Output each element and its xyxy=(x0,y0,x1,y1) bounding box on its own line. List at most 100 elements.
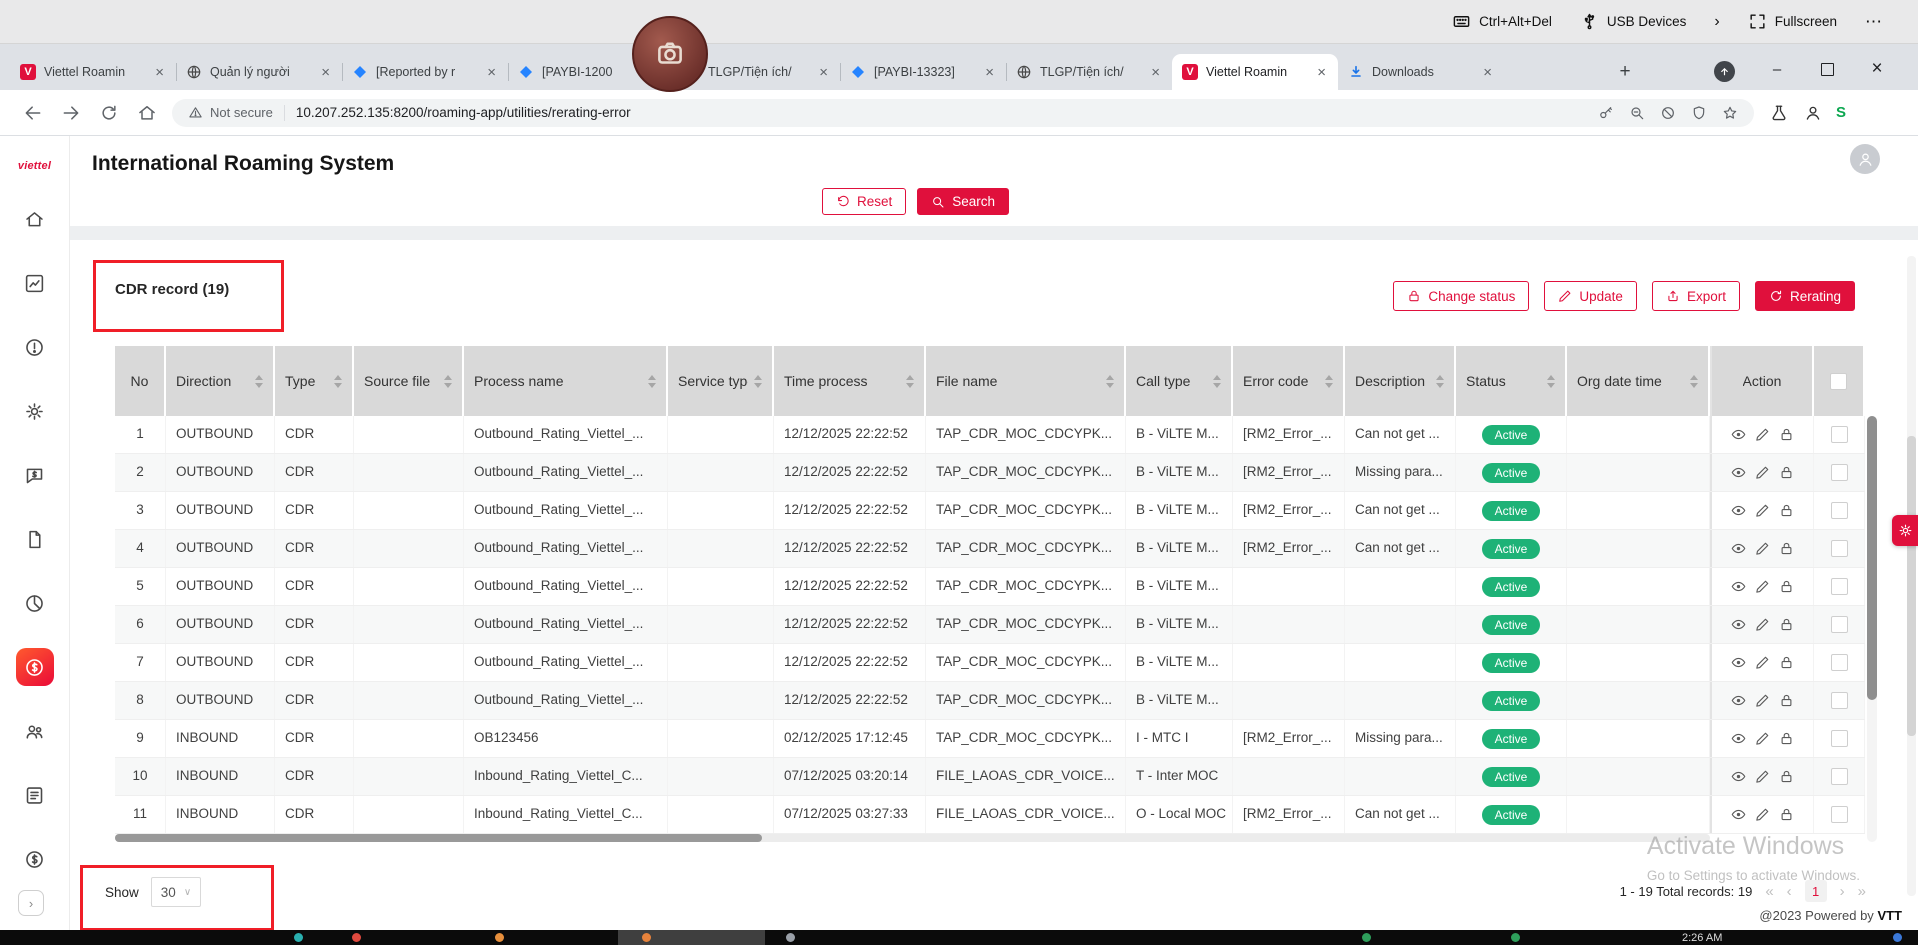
browser-tab[interactable]: [PAYBI-13323]× xyxy=(840,54,1006,90)
page-size-select[interactable]: 30 ∨ xyxy=(151,877,201,907)
content-blocked-icon[interactable] xyxy=(1660,105,1676,121)
tab-close-icon[interactable]: × xyxy=(817,64,830,81)
lock-icon[interactable] xyxy=(1779,769,1794,784)
current-page-button[interactable]: 1 xyxy=(1805,880,1827,902)
row-checkbox[interactable] xyxy=(1831,768,1848,785)
browser-tab[interactable]: TLGP/Tiện ích/× xyxy=(1006,54,1172,90)
edit-icon[interactable] xyxy=(1755,617,1770,632)
avatar[interactable] xyxy=(1850,144,1880,174)
sidebar-item-alert[interactable] xyxy=(16,328,54,366)
column-header-type[interactable]: Type xyxy=(275,346,354,416)
row-checkbox[interactable] xyxy=(1831,426,1848,443)
sort-icon[interactable] xyxy=(1541,375,1555,388)
sort-icon[interactable] xyxy=(1430,375,1444,388)
view-icon[interactable] xyxy=(1731,807,1746,822)
sort-icon[interactable] xyxy=(328,375,342,388)
update-button[interactable]: Update xyxy=(1544,281,1637,311)
address-bar[interactable]: Not secure 10.207.252.135:8200/roaming-a… xyxy=(172,99,1754,127)
column-header-call_type[interactable]: Call type xyxy=(1126,346,1233,416)
column-header-source_file[interactable]: Source file xyxy=(354,346,464,416)
taskbar-app-icon[interactable] xyxy=(294,933,303,942)
taskbar-app-icon[interactable] xyxy=(1893,933,1902,942)
sidebar-collapse-button[interactable]: › xyxy=(18,890,44,916)
zoom-icon[interactable] xyxy=(1629,105,1645,121)
taskbar-active-app-tile[interactable] xyxy=(618,930,765,945)
search-button[interactable]: Search xyxy=(917,188,1009,215)
page-scrollbar-thumb[interactable] xyxy=(1907,436,1916,736)
taskbar-app-icon[interactable] xyxy=(495,933,504,942)
forward-icon[interactable] xyxy=(61,103,81,123)
view-icon[interactable] xyxy=(1731,655,1746,670)
horizontal-scrollbar-thumb[interactable] xyxy=(115,834,762,842)
browser-tab[interactable]: [Reported by r× xyxy=(342,54,508,90)
window-close-button[interactable]: × xyxy=(1862,54,1892,84)
lock-icon[interactable] xyxy=(1779,693,1794,708)
shield-icon[interactable] xyxy=(1691,105,1707,121)
sidebar-item-dollar[interactable] xyxy=(16,648,54,686)
horizontal-scrollbar[interactable] xyxy=(115,834,1710,842)
taskbar-app-icon[interactable] xyxy=(352,933,361,942)
edit-icon[interactable] xyxy=(1755,807,1770,822)
tab-close-icon[interactable]: × xyxy=(983,64,996,81)
first-page-button[interactable]: « xyxy=(1765,883,1773,900)
lock-icon[interactable] xyxy=(1779,807,1794,822)
change-status-button[interactable]: Change status xyxy=(1393,281,1529,311)
edit-icon[interactable] xyxy=(1755,465,1770,480)
lock-icon[interactable] xyxy=(1779,617,1794,632)
row-checkbox[interactable] xyxy=(1831,654,1848,671)
browser-tab[interactable]: VViettel Roamin× xyxy=(10,54,176,90)
tab-close-icon[interactable]: × xyxy=(153,64,166,81)
row-checkbox[interactable] xyxy=(1831,540,1848,557)
row-checkbox[interactable] xyxy=(1831,578,1848,595)
view-icon[interactable] xyxy=(1731,427,1746,442)
edit-icon[interactable] xyxy=(1755,579,1770,594)
taskbar-app-icon[interactable] xyxy=(642,933,651,942)
sort-icon[interactable] xyxy=(438,375,452,388)
row-checkbox[interactable] xyxy=(1831,464,1848,481)
view-icon[interactable] xyxy=(1731,503,1746,518)
lock-icon[interactable] xyxy=(1779,541,1794,556)
taskbar-app-icon[interactable] xyxy=(786,933,795,942)
sidebar-item-chart[interactable] xyxy=(16,264,54,302)
sidebar-item-home[interactable] xyxy=(16,200,54,238)
browser-update-button[interactable] xyxy=(1714,61,1735,82)
column-header-direction[interactable]: Direction xyxy=(166,346,275,416)
lock-icon[interactable] xyxy=(1779,465,1794,480)
column-header-file_name[interactable]: File name xyxy=(926,346,1126,416)
extension-flask-icon[interactable] xyxy=(1770,104,1788,122)
view-icon[interactable] xyxy=(1731,769,1746,784)
browser-tab[interactable]: Quản lý người× xyxy=(176,54,342,90)
sort-icon[interactable] xyxy=(249,375,263,388)
export-button[interactable]: Export xyxy=(1652,281,1740,311)
window-minimize-button[interactable]: – xyxy=(1762,54,1792,84)
sort-icon[interactable] xyxy=(1684,375,1698,388)
toolbar-chevron-icon[interactable]: › xyxy=(1714,13,1719,31)
column-header-status[interactable]: Status xyxy=(1456,346,1567,416)
row-checkbox[interactable] xyxy=(1831,806,1848,823)
sidebar-item-list[interactable] xyxy=(16,776,54,814)
row-checkbox[interactable] xyxy=(1831,730,1848,747)
column-header-description[interactable]: Description xyxy=(1345,346,1456,416)
sidebar-item-chat[interactable] xyxy=(16,456,54,494)
browser-tab[interactable]: VViettel Roamin× xyxy=(1172,54,1338,90)
prev-page-button[interactable]: ‹ xyxy=(1787,883,1792,900)
fullscreen-button[interactable]: Fullscreen xyxy=(1748,12,1837,31)
sidebar-item-users[interactable] xyxy=(16,712,54,750)
sort-icon[interactable] xyxy=(1100,375,1114,388)
settings-gear-button[interactable] xyxy=(1892,515,1918,546)
reset-button[interactable]: Reset xyxy=(822,188,906,215)
rerating-button[interactable]: Rerating xyxy=(1755,281,1855,311)
row-checkbox[interactable] xyxy=(1831,616,1848,633)
last-page-button[interactable]: » xyxy=(1858,883,1866,900)
edit-icon[interactable] xyxy=(1755,693,1770,708)
back-icon[interactable] xyxy=(23,103,43,123)
password-key-icon[interactable] xyxy=(1598,105,1614,121)
table-vertical-scrollbar-thumb[interactable] xyxy=(1867,416,1877,700)
select-all-checkbox[interactable] xyxy=(1830,373,1847,390)
row-checkbox[interactable] xyxy=(1831,502,1848,519)
lock-icon[interactable] xyxy=(1779,579,1794,594)
sidebar-item-pie[interactable] xyxy=(16,584,54,622)
new-tab-button[interactable]: + xyxy=(1612,59,1638,85)
sidebar-item-file[interactable] xyxy=(16,520,54,558)
view-icon[interactable] xyxy=(1731,541,1746,556)
